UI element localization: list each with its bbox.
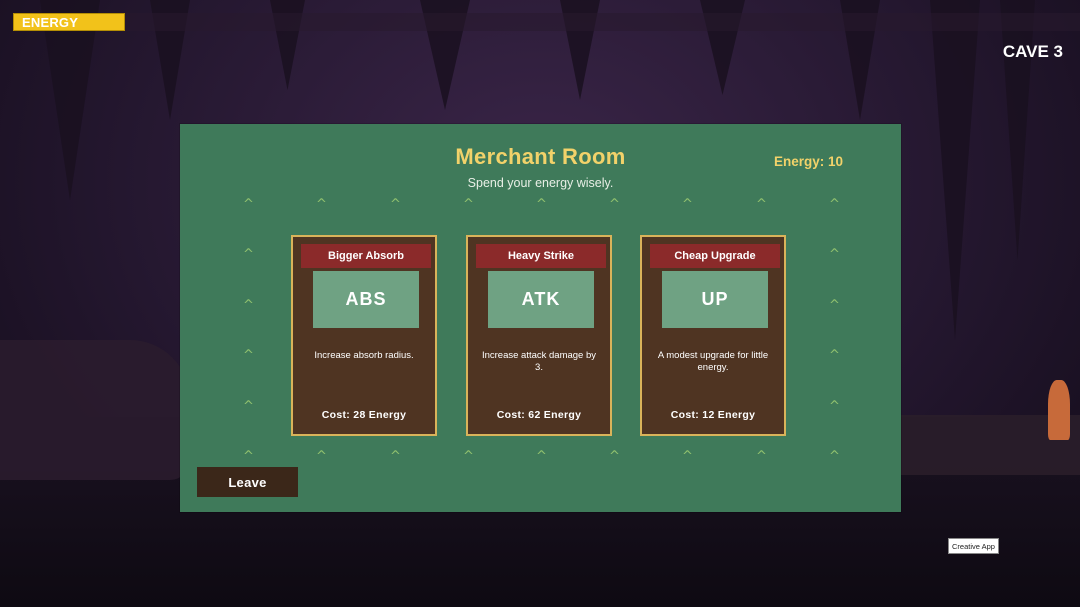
card-description: A modest upgrade for little energy. (657, 350, 769, 373)
caret-decoration: ^ (390, 449, 401, 464)
card-cost: Cost: 12 Energy (670, 409, 756, 421)
upgrade-icon: UP (662, 271, 768, 328)
attack-icon: ATK (488, 271, 594, 328)
panel-subtitle: Spend your energy wisely. (467, 176, 614, 190)
caret-decoration: ^ (756, 449, 767, 464)
creative-app-tag: Creative App (948, 538, 999, 554)
caret-decoration: ^ (829, 298, 840, 313)
caret-decoration: ^ (536, 197, 547, 212)
shop-card-bigger-absorb[interactable]: Bigger Absorb ABS Increase absorb radius… (291, 235, 437, 436)
caret-decoration: ^ (536, 449, 547, 464)
shop-card-heavy-strike[interactable]: Heavy Strike ATK Increase attack damage … (466, 235, 612, 436)
card-cost: Cost: 62 Energy (496, 409, 582, 421)
caret-decoration: ^ (243, 399, 254, 414)
caret-decoration: ^ (463, 449, 474, 464)
caret-decoration: ^ (829, 399, 840, 414)
cave-level-label: CAVE 3 (1002, 42, 1063, 61)
energy-bar-track (125, 13, 1080, 31)
caret-decoration: ^ (682, 197, 693, 212)
caret-decoration: ^ (682, 449, 693, 464)
leave-button[interactable]: Leave (197, 467, 298, 497)
card-title: Cheap Upgrade (650, 244, 780, 268)
card-description: Increase absorb radius. (314, 350, 414, 361)
caret-decoration: ^ (243, 247, 254, 262)
caret-decoration: ^ (243, 348, 254, 363)
absorb-icon: ABS (313, 271, 419, 328)
energy-counter: Energy: 10 (773, 154, 843, 169)
card-title: Bigger Absorb (301, 244, 431, 268)
caret-decoration: ^ (390, 197, 401, 212)
caret-decoration: ^ (829, 247, 840, 262)
merchant-panel: Merchant Room Spend your energy wisely. … (180, 124, 901, 512)
caret-decoration: ^ (829, 197, 840, 212)
caret-decoration: ^ (829, 348, 840, 363)
caret-decoration: ^ (243, 197, 254, 212)
caret-decoration: ^ (316, 449, 327, 464)
caret-decoration: ^ (756, 197, 767, 212)
caret-decoration: ^ (243, 298, 254, 313)
caret-decoration: ^ (243, 449, 254, 464)
caret-decoration: ^ (609, 449, 620, 464)
caret-decoration: ^ (609, 197, 620, 212)
energy-bar-label: ENERGY (22, 15, 79, 30)
energy-bar: ENERGY (13, 13, 125, 31)
caret-decoration: ^ (316, 197, 327, 212)
shop-card-cheap-upgrade[interactable]: Cheap Upgrade UP A modest upgrade for li… (640, 235, 786, 436)
card-description: Increase attack damage by 3. (481, 350, 597, 373)
caret-decoration: ^ (829, 449, 840, 464)
card-title: Heavy Strike (476, 244, 606, 268)
caret-decoration: ^ (463, 197, 474, 212)
card-cost: Cost: 28 Energy (321, 409, 407, 421)
